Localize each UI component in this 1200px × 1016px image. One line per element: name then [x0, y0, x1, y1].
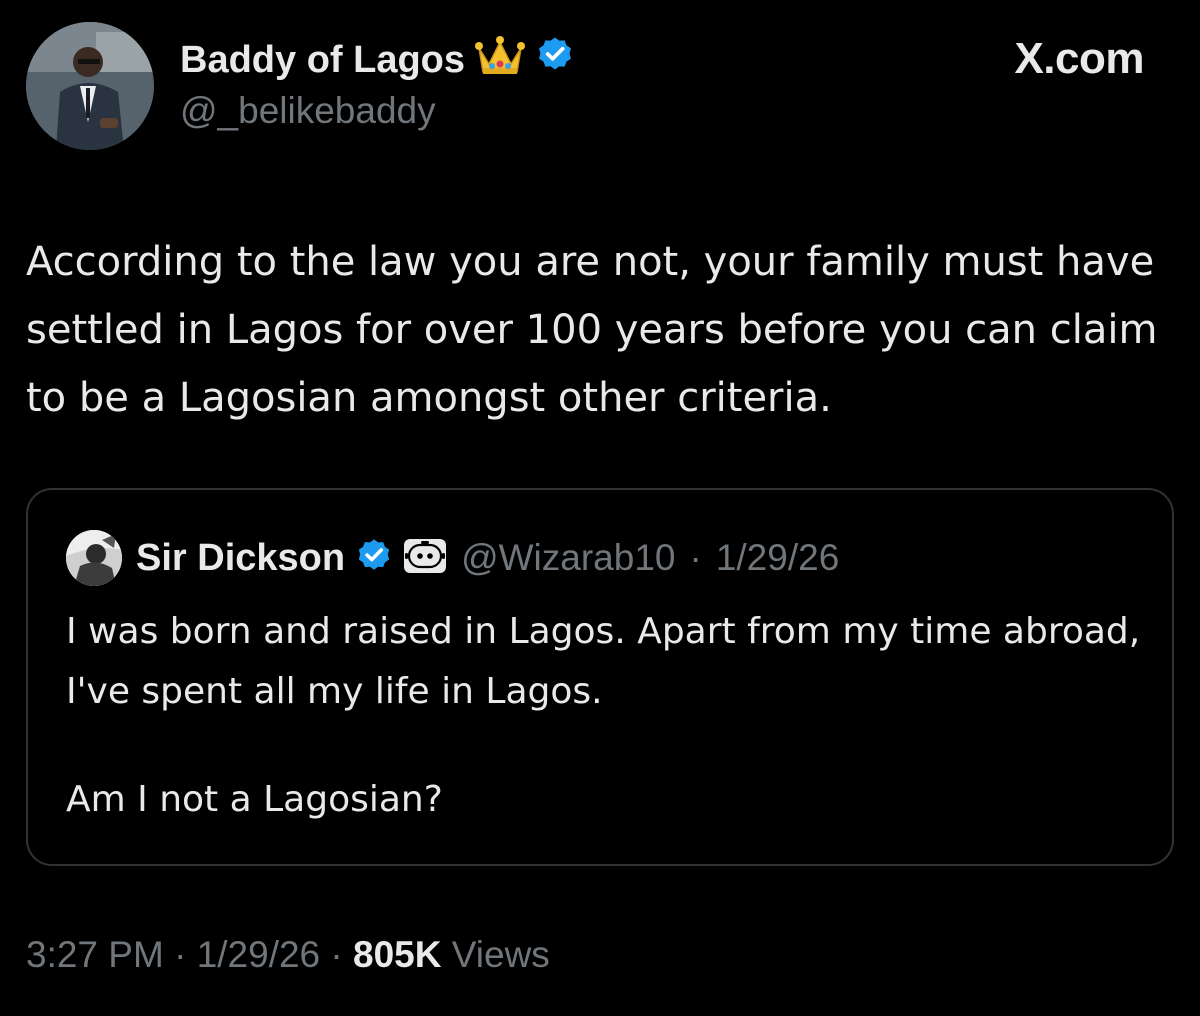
- quoted-tweet-paragraph: Am I not a Lagosian?: [66, 779, 443, 820]
- verified-badge-icon[interactable]: [355, 537, 393, 579]
- quoted-tweet-text: I was born and raised in Lagos. Apart fr…: [66, 602, 1146, 830]
- quoted-author-handle[interactable]: @Wizarab10: [461, 537, 675, 579]
- quoted-tweet-header: Sir Dickson @Wizarab10 · 1/29/26: [66, 530, 839, 586]
- crown-emoji-icon: [475, 34, 526, 86]
- author-handle[interactable]: @_belikebaddy: [180, 90, 436, 132]
- tweet-metadata: 3:27 PM · 1/29/26 · 805K Views: [26, 934, 550, 976]
- author-display-name[interactable]: Baddy of Lagos: [180, 39, 465, 82]
- tweet-screenshot: Baddy of Lagos @_belikebaddy X.com Accor…: [0, 0, 1200, 1016]
- tweet-date[interactable]: 1/29/26: [197, 934, 320, 975]
- meta-separator: ·: [330, 934, 343, 975]
- views-count[interactable]: 805K: [353, 934, 441, 975]
- quoted-tweet-card[interactable]: Sir Dickson @Wizarab10 · 1/29/26 I was b…: [26, 488, 1174, 866]
- automated-bot-icon[interactable]: [403, 538, 447, 578]
- author-name-row[interactable]: Baddy of Lagos: [180, 34, 575, 86]
- quoted-author-avatar[interactable]: [66, 530, 122, 586]
- meta-separator: ·: [689, 537, 702, 578]
- quoted-author-display-name[interactable]: Sir Dickson: [136, 537, 345, 580]
- tweet-time[interactable]: 3:27 PM: [26, 934, 164, 975]
- avatar-photo-icon: [66, 530, 122, 586]
- author-avatar[interactable]: [26, 22, 154, 150]
- x-com-logo: X.com: [1014, 34, 1144, 83]
- quoted-tweet-paragraph: I was born and raised in Lagos. Apart fr…: [66, 611, 1141, 712]
- tweet-text: According to the law you are not, your f…: [26, 239, 1158, 421]
- meta-separator: ·: [174, 934, 187, 975]
- verified-badge-icon[interactable]: [535, 35, 575, 85]
- views-label: Views: [451, 934, 550, 975]
- avatar-photo-icon: [26, 22, 154, 150]
- quoted-tweet-date[interactable]: 1/29/26: [716, 537, 839, 579]
